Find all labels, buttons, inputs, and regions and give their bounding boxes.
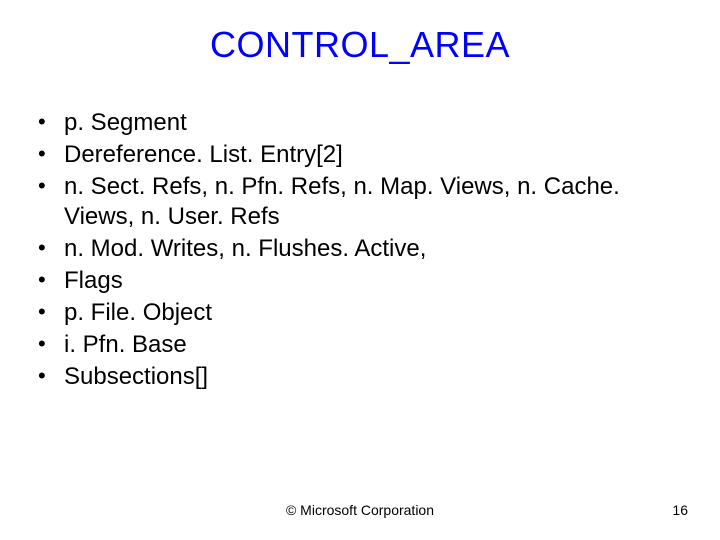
- list-item: n. Sect. Refs, n. Pfn. Refs, n. Map. Vie…: [36, 172, 684, 232]
- footer-page-number: 16: [672, 502, 688, 518]
- footer-copyright: © Microsoft Corporation: [0, 502, 720, 518]
- list-item: Dereference. List. Entry[2]: [36, 140, 684, 170]
- list-item: Flags: [36, 266, 684, 296]
- slide-body: p. Segment Dereference. List. Entry[2] n…: [36, 108, 684, 394]
- list-item: n. Mod. Writes, n. Flushes. Active,: [36, 234, 684, 264]
- slide: CONTROL_AREA p. Segment Dereference. Lis…: [0, 0, 720, 540]
- list-item: p. File. Object: [36, 298, 684, 328]
- list-item: Subsections[]: [36, 362, 684, 392]
- list-item: i. Pfn. Base: [36, 330, 684, 360]
- slide-title: CONTROL_AREA: [0, 0, 720, 66]
- bullet-list: p. Segment Dereference. List. Entry[2] n…: [36, 108, 684, 392]
- list-item: p. Segment: [36, 108, 684, 138]
